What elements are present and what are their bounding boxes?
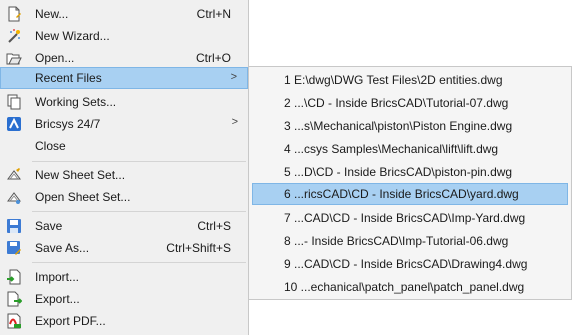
menu-item-close[interactable]: Close <box>0 135 248 157</box>
save-icon <box>6 218 22 234</box>
open-folder-icon <box>6 50 22 66</box>
recent-file-item[interactable]: 5 ...D\CD - Inside BricsCAD\piston-pin.d… <box>252 161 568 183</box>
recent-file-item[interactable]: 8 ...- Inside BricsCAD\Imp-Tutorial-06.d… <box>252 230 568 252</box>
recent-file-item[interactable]: 7 ...CAD\CD - Inside BricsCAD\Imp-Yard.d… <box>252 207 568 229</box>
recent-file-label: 1 E:\dwg\DWG Test Files\2D entities.dwg <box>284 73 503 87</box>
menu-item-import[interactable]: Import... <box>0 266 248 288</box>
menu-item-shortcut: Ctrl+O <box>195 51 231 65</box>
save-as-icon <box>6 240 22 256</box>
menu-item-save-as[interactable]: Save As... Ctrl+Shift+S <box>0 237 248 259</box>
menu-item-label: New... <box>35 7 69 21</box>
menu-item-label: Import... <box>35 270 80 284</box>
recent-file-label: 9 ...CAD\CD - Inside BricsCAD\Drawing4.d… <box>284 257 528 271</box>
recent-file-item[interactable]: 1 E:\dwg\DWG Test Files\2D entities.dwg <box>252 69 568 91</box>
menu-item-new-sheet-set[interactable]: New Sheet Set... <box>0 164 248 186</box>
menu-item-new-wizard[interactable]: New Wizard... <box>0 25 248 47</box>
menu-item-save[interactable]: Save Ctrl+S <box>0 215 248 237</box>
recent-file-item[interactable]: 3 ...s\Mechanical\piston\Piston Engine.d… <box>252 115 568 137</box>
menu-item-export-pdf[interactable]: Export PDF... <box>0 310 248 332</box>
working-sets-icon <box>6 94 22 110</box>
recent-file-label: 5 ...D\CD - Inside BricsCAD\piston-pin.d… <box>284 165 513 179</box>
submenu-arrow-icon: > <box>231 116 238 128</box>
menu-item-open-sheet-set[interactable]: Open Sheet Set... <box>0 186 248 208</box>
menu-item-label: Open... <box>35 51 75 65</box>
export-pdf-icon <box>6 313 22 329</box>
recent-file-label: 2 ...\CD - Inside BricsCAD\Tutorial-07.d… <box>284 96 509 110</box>
menu-item-open[interactable]: Open... Ctrl+O <box>0 47 248 69</box>
menu-item-label: Export PDF... <box>35 314 106 328</box>
recent-file-label: 10 ...echanical\patch_panel\patch_panel.… <box>284 280 525 294</box>
menu-item-label: New Wizard... <box>35 29 110 43</box>
recent-file-label: 7 ...CAD\CD - Inside BricsCAD\Imp-Yard.d… <box>284 211 526 225</box>
menu-item-export[interactable]: Export... <box>0 288 248 310</box>
new-sheet-set-icon <box>6 167 22 183</box>
menu-item-shortcut: Ctrl+S <box>197 219 231 233</box>
recent-file-label: 8 ...- Inside BricsCAD\Imp-Tutorial-06.d… <box>284 234 509 248</box>
recent-file-item-selected[interactable]: 6 ...ricsCAD\CD - Inside BricsCAD\yard.d… <box>252 183 568 205</box>
menu-item-shortcut: Ctrl+N <box>196 7 231 21</box>
recent-file-label: 4 ...csys Samples\Mechanical\lift\lift.d… <box>284 142 499 156</box>
file-menu: New... Ctrl+N New Wizard... Open... Ctrl… <box>0 0 249 335</box>
menu-item-recent-files[interactable]: Recent Files > <box>0 67 248 89</box>
menu-item-label: Open Sheet Set... <box>35 190 131 204</box>
recent-file-label: 6 ...ricsCAD\CD - Inside BricsCAD\yard.d… <box>284 187 519 201</box>
submenu-arrow-icon: > <box>230 71 237 83</box>
recent-file-item[interactable]: 2 ...\CD - Inside BricsCAD\Tutorial-07.d… <box>252 92 568 114</box>
menu-item-label: Save <box>35 219 63 233</box>
menu-separator <box>32 161 246 162</box>
import-icon <box>6 269 22 285</box>
recent-file-item[interactable]: 10 ...echanical\patch_panel\patch_panel.… <box>252 276 568 298</box>
menu-separator <box>32 211 246 212</box>
menu-item-shortcut: Ctrl+Shift+S <box>166 241 231 255</box>
menu-item-label: Recent Files <box>35 71 102 85</box>
new-file-icon <box>6 6 22 22</box>
export-icon <box>6 291 23 307</box>
wizard-icon <box>6 28 22 44</box>
recent-file-item[interactable]: 9 ...CAD\CD - Inside BricsCAD\Drawing4.d… <box>252 253 568 275</box>
menu-item-bricsys-247[interactable]: Bricsys 24/7 > <box>0 113 248 135</box>
bricsys-icon <box>6 116 22 132</box>
menu-item-label: Save As... <box>35 241 90 255</box>
menu-item-label: New Sheet Set... <box>35 168 126 182</box>
recent-file-label: 3 ...s\Mechanical\piston\Piston Engine.d… <box>284 119 513 133</box>
recent-files-submenu: 1 E:\dwg\DWG Test Files\2D entities.dwg … <box>248 66 572 300</box>
menu-item-label: Close <box>35 139 66 153</box>
menu-item-label: Working Sets... <box>35 95 117 109</box>
open-sheet-set-icon <box>6 189 22 205</box>
recent-file-item[interactable]: 4 ...csys Samples\Mechanical\lift\lift.d… <box>252 138 568 160</box>
menu-separator <box>32 262 246 263</box>
menu-item-label: Bricsys 24/7 <box>35 117 101 131</box>
menu-item-working-sets[interactable]: Working Sets... <box>0 91 248 113</box>
menu-item-label: Export... <box>35 292 80 306</box>
menu-item-new[interactable]: New... Ctrl+N <box>0 3 248 25</box>
